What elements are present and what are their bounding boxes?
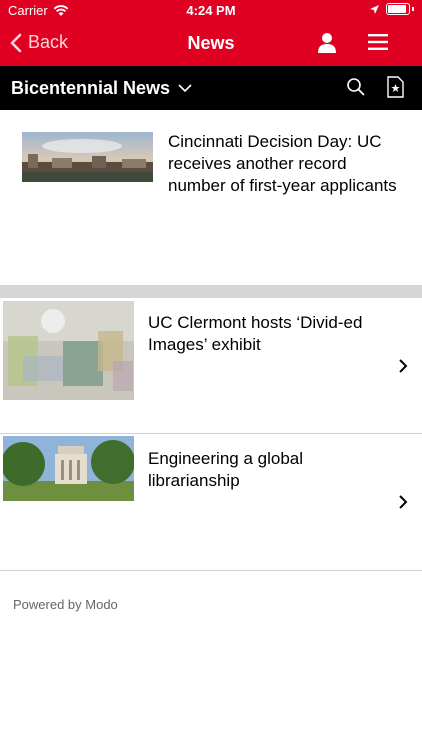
menu-button[interactable] [368, 34, 388, 55]
article-thumbnail [3, 436, 134, 501]
powered-by-footer: Powered by Modo [13, 597, 118, 612]
article-title: UC Clermont hosts ‘Divid-ed Images’ exhi… [148, 313, 363, 354]
section-divider [0, 285, 422, 298]
status-time: 4:24 PM [186, 3, 236, 18]
battery-icon [386, 3, 410, 15]
search-icon [347, 78, 365, 96]
search-button[interactable] [347, 78, 365, 101]
chevron-down-icon [178, 84, 192, 93]
news-item[interactable]: UC Clermont hosts ‘Divid-ed Images’ exhi… [0, 298, 422, 434]
user-icon [318, 33, 336, 53]
hamburger-menu-icon [368, 34, 388, 50]
bookmark-star-icon [387, 76, 404, 98]
status-right [369, 3, 414, 15]
nav-bar: Back News [0, 22, 422, 66]
article-thumbnail [22, 132, 153, 182]
feed-title: Bicentennial News [11, 78, 171, 98]
news-item[interactable]: Cincinnati Decision Day: UC receives ano… [0, 110, 422, 285]
chevron-right-icon [399, 495, 408, 509]
battery-cap [412, 7, 414, 11]
location-arrow-icon [370, 4, 379, 14]
feed-selector[interactable]: Bicentennial News [11, 78, 192, 99]
article-title: Cincinnati Decision Day: UC receives ano… [168, 132, 397, 195]
section-header: Bicentennial News [0, 66, 422, 110]
chevron-right-icon [399, 359, 408, 373]
page-title: News [187, 33, 235, 53]
news-item[interactable]: Engineering a global librarianship [0, 434, 422, 571]
article-thumbnail [3, 301, 134, 400]
status-bar: Carrier 4:24 PM [0, 0, 422, 22]
user-button[interactable] [317, 32, 337, 59]
article-title: Engineering a global librarianship [148, 449, 304, 490]
bookmarks-button[interactable] [387, 76, 404, 103]
